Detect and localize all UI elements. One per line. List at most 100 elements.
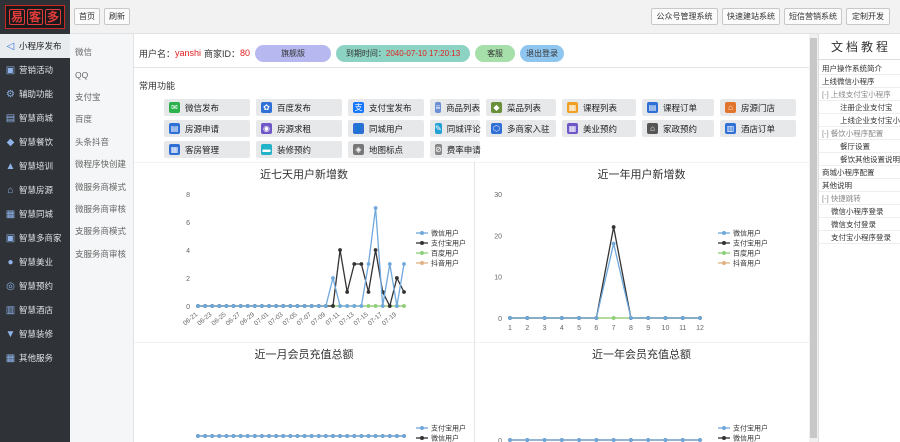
function-button[interactable]: ⬡ 多商家入驻 — [486, 120, 556, 137]
sidebar-item[interactable]: ● 智慧美业 — [0, 250, 70, 274]
data-point — [359, 434, 364, 438]
home-button[interactable]: 首页 — [74, 8, 100, 25]
sub-menu-item[interactable]: 支付宝 — [70, 86, 133, 108]
sub-menu-item[interactable]: 微服务商模式 — [70, 175, 133, 197]
sidebar-item[interactable]: ⌂ 智慧房源 — [0, 178, 70, 202]
comment-icon: ✎ — [435, 123, 442, 134]
doc-link[interactable]: 用户操作系统简介 — [819, 62, 900, 75]
x-tick-label: 06-21 — [182, 311, 200, 327]
function-button[interactable]: ✉ 微信发布 — [164, 99, 250, 116]
sidebar-item[interactable]: ▼ 智慧装修 — [0, 322, 70, 346]
logo-mark: 易 客 多 — [5, 5, 65, 29]
sidebar-item[interactable]: ⚙ 辅助功能 — [0, 82, 70, 106]
data-point — [577, 316, 581, 320]
doc-link[interactable]: 商城小程序配置 — [819, 166, 900, 179]
function-button[interactable]: ▬ 装修预约 — [256, 141, 342, 158]
sidebar-item[interactable]: ▲ 智慧培训 — [0, 154, 70, 178]
main-scrollbar[interactable] — [809, 34, 818, 442]
sub-menu-item[interactable]: 微信 — [70, 41, 133, 63]
sub-menu-item[interactable]: 微程序快创建 — [70, 153, 133, 175]
doc-link[interactable]: [-] 上线支付宝小程序 — [819, 88, 900, 101]
data-point — [366, 434, 371, 438]
sidebar-item-label: 智慧装修 — [19, 329, 54, 339]
doc-link[interactable]: 上线微信小程序 — [819, 75, 900, 88]
function-button-label: 费率申请 — [446, 144, 481, 155]
sub-menu-item[interactable]: 微服务商审核 — [70, 198, 133, 220]
dish-icon: ◆ — [491, 102, 502, 113]
function-button[interactable]: ◈ 地图标点 — [348, 141, 424, 158]
sidebar-item[interactable]: ▣ 智慧多商家 — [0, 226, 70, 250]
sidebar-item[interactable]: ◁ 小程序发布 — [0, 34, 70, 58]
scrollbar-thumb[interactable] — [810, 38, 817, 438]
sidebar-item[interactable]: ▣ 营销活动 — [0, 58, 70, 82]
sidebar-list: ◁ 小程序发布 ▣ 营销活动 ⚙ 辅助功能 ▤ 智慧商城 ◆ 智慧餐饮 ▲ 智慧培训 ⌂ 智慧房源 ▦ 智慧同… — [0, 34, 70, 370]
function-button[interactable]: 支支付宝发布 — [348, 99, 424, 116]
doc-link[interactable]: 注册企业支付宝 — [819, 101, 900, 114]
custom-dev-button[interactable]: 定制开发 — [846, 8, 890, 25]
sidebar-item[interactable]: ▤ 智慧商城 — [0, 106, 70, 130]
data-point — [525, 316, 530, 320]
x-tick-label: 7 — [612, 325, 616, 332]
sidebar-item[interactable]: ▦ 其他服务 — [0, 346, 70, 370]
function-button[interactable]: ⌂ 房源门店 — [720, 99, 796, 116]
doc-link[interactable]: 微信小程序登录 — [819, 205, 900, 218]
sms-marketing-button[interactable]: 短信营销系统 — [784, 8, 842, 25]
wechat-official-system-button[interactable]: 公众号管理系统 — [651, 8, 718, 25]
function-button[interactable]: ≡ 商品列表 — [430, 99, 480, 116]
function-button[interactable]: ◉ 房源求租 — [256, 120, 342, 137]
sidebar-item[interactable]: ◎ 智慧预约 — [0, 274, 70, 298]
function-button[interactable]: ⊘ 费率申请 — [430, 141, 481, 158]
function-button[interactable]: ✿ 百度发布 — [256, 99, 342, 116]
function-button[interactable]: ⌂ 家政预约 — [642, 120, 714, 137]
sidebar-item-label: 智慧培训 — [19, 161, 54, 171]
sub-menu-item[interactable]: 支服务商模式 — [70, 220, 133, 242]
function-button[interactable]: ▦ 美业预约 — [562, 120, 636, 137]
function-button[interactable]: ▤ 课程订单 — [642, 99, 714, 116]
function-button[interactable]: ▤ 房源申请 — [164, 120, 250, 137]
send-icon: ◁ — [6, 40, 15, 52]
x-tick-label: 10 — [662, 325, 670, 332]
function-button[interactable]: 👤 同城用户 — [348, 120, 424, 137]
function-button-label: 菜品列表 — [507, 102, 542, 113]
data-point — [380, 304, 385, 308]
function-button[interactable]: ✎ 同城评论 — [430, 120, 481, 137]
sidebar-item[interactable]: ◆ 智慧餐饮 — [0, 130, 70, 154]
function-button[interactable]: ▦ 客房管理 — [164, 141, 250, 158]
doc-link[interactable]: [-] 餐饮小程序配置 — [819, 127, 900, 140]
series-line — [510, 226, 700, 319]
customer-service-button[interactable]: 客服 — [475, 44, 516, 62]
data-point — [224, 304, 229, 308]
doc-link[interactable]: 上线企业支付宝小 — [819, 114, 900, 127]
doc-link[interactable]: [-] 快捷跳转 — [819, 192, 900, 205]
sidebar-item[interactable]: ▦ 智慧同城 — [0, 202, 70, 226]
expire-badge: 到期时间： 2040-07-10 17:20:13 — [336, 44, 471, 62]
sub-menu-item[interactable]: 百度 — [70, 108, 133, 130]
series-line — [198, 249, 405, 308]
site-builder-button[interactable]: 快速建站系统 — [722, 8, 780, 25]
sidebar-item[interactable]: ▥ 智慧酒店 — [0, 298, 70, 322]
logout-button[interactable]: 退出登录 — [520, 44, 565, 62]
refresh-button[interactable]: 刷新 — [104, 8, 130, 25]
data-point — [252, 304, 257, 308]
x-tick-label: 07-17 — [367, 311, 385, 327]
doc-link[interactable]: 其他说明 — [819, 179, 900, 192]
sidebar-item-label: 其他服务 — [19, 353, 54, 363]
sub-menu-item[interactable]: QQ — [70, 63, 133, 85]
data-point — [238, 434, 243, 438]
function-button[interactable]: ▥ 酒店订单 — [720, 120, 796, 137]
function-button[interactable]: ◆ 菜品列表 — [486, 99, 556, 116]
doc-link[interactable]: 微信支付登录 — [819, 218, 900, 231]
x-tick-label: 6 — [594, 325, 598, 332]
function-button-label: 支付宝发布 — [369, 102, 412, 113]
sub-menu-item[interactable]: 头条抖音 — [70, 131, 133, 153]
sub-menu-item[interactable]: 支服务商审核 — [70, 243, 133, 265]
data-point — [302, 304, 307, 308]
data-point — [577, 438, 581, 442]
function-button[interactable]: ▦ 课程列表 — [562, 99, 636, 116]
doc-link[interactable]: 支付宝小程序登录 — [819, 231, 900, 244]
doc-link[interactable]: 餐饮其他设置说明 — [819, 153, 900, 166]
merchants-icon: ▣ — [5, 232, 16, 244]
y-tick-label: 0 — [498, 316, 502, 323]
data-point — [274, 304, 279, 308]
doc-link[interactable]: 餐厅设置 — [819, 140, 900, 153]
